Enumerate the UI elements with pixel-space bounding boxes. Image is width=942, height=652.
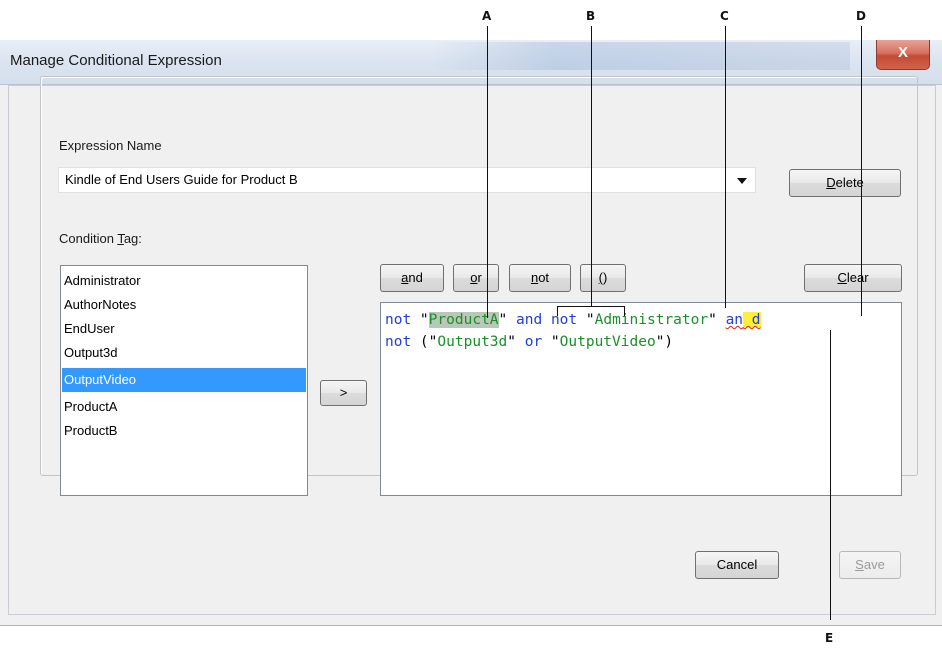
tag-producta-part2: tA [481,312,499,328]
clear-label-post: lear [846,270,869,285]
keyword-or: or [524,334,543,350]
callout-label-a: A [482,9,492,23]
delete-label-key: D [826,175,836,190]
error-fragment-d: d [743,312,761,328]
callout-line-c [725,26,726,308]
callout-bracket-b [557,306,625,307]
delete-button[interactable]: Delete [789,169,901,197]
tag-administrator: Administrator [594,312,709,328]
close-button[interactable]: X [876,40,930,70]
callout-line-b [591,26,592,307]
expression-line-1: not "ProductA" and not "Administrator" a… [385,312,761,328]
callout-label-d: D [856,9,866,23]
clear-label-key: C [837,270,847,285]
paren-label-post: ) [603,270,608,285]
condition-tag-label: Condition Tag: [59,231,142,246]
list-item-selected[interactable]: OutputVideo [62,368,306,392]
quote: " [542,334,560,350]
callout-line-e [830,330,831,620]
list-item[interactable]: ProductB [62,419,306,443]
condition-tag-label-post: ag: [123,231,142,246]
list-item[interactable]: AuthorNotes [62,293,306,317]
or-label-post: r [477,270,482,285]
quote: " [507,334,525,350]
expression-editor[interactable]: not "ProductA" and not "Administrator" a… [380,302,902,496]
window-title: Manage Conditional Expression [10,52,222,69]
keyword-not: not [385,312,412,328]
callout-bracket-b-right [624,306,625,316]
callout-label-c: C [720,9,729,23]
callout-line-d [861,26,862,316]
keyword-an-error: an [725,312,744,328]
close-icon: X [897,44,908,61]
list-item[interactable]: ProductA [62,395,306,419]
or-button[interactable]: or [453,264,499,292]
callout-label-b: B [586,9,596,23]
keyword-not: not [550,312,578,328]
tag-producta-part1: Produc [428,312,482,328]
condition-tag-label-pre: Condition [59,231,118,246]
and-label-post: nd [408,270,423,285]
expression-name-combobox[interactable]: Kindle of End Users Guide for Product B [58,167,756,193]
list-item[interactable]: Administrator [62,269,306,293]
not-label-post: ot [538,270,550,285]
condition-tag-list[interactable]: Administrator AuthorNotes EndUser Output… [60,265,308,496]
insert-tag-button[interactable]: > [320,380,367,406]
expression-line-2: not ("Output3d" or "OutputVideo") [385,334,673,350]
not-button[interactable]: not [509,264,571,292]
parentheses-button[interactable]: () [580,264,626,292]
quote: " [708,312,726,328]
keyword-not: not [385,334,412,350]
quote: " [498,312,516,328]
and-button[interactable]: and [380,264,444,292]
keyword-and: and [516,312,543,328]
delete-label-post: elete [835,175,864,190]
quote: " [577,312,595,328]
clear-button[interactable]: Clear [804,264,902,292]
list-item[interactable]: Output3d [62,341,306,365]
tag-outputvideo: OutputVideo [559,334,656,350]
save-button[interactable]: Save [839,551,901,579]
quote-paren: ") [655,334,674,350]
tag-output3d: Output3d [437,334,508,350]
callout-label-e: E [825,631,834,645]
save-label-post: ave [863,557,885,572]
expression-name-value: Kindle of End Users Guide for Product B [65,172,298,187]
title-bar-glass [430,42,850,70]
callout-line-a [487,26,488,318]
callout-bracket-b-left [557,306,558,316]
dropdown-arrow-icon[interactable] [737,178,747,184]
save-label-key: S [855,557,864,572]
quote: " [411,312,429,328]
expression-name-label: Expression Name [59,138,162,153]
paren-quote: (" [411,334,438,350]
list-item[interactable]: EndUser [62,317,306,341]
cancel-button[interactable]: Cancel [695,551,779,579]
